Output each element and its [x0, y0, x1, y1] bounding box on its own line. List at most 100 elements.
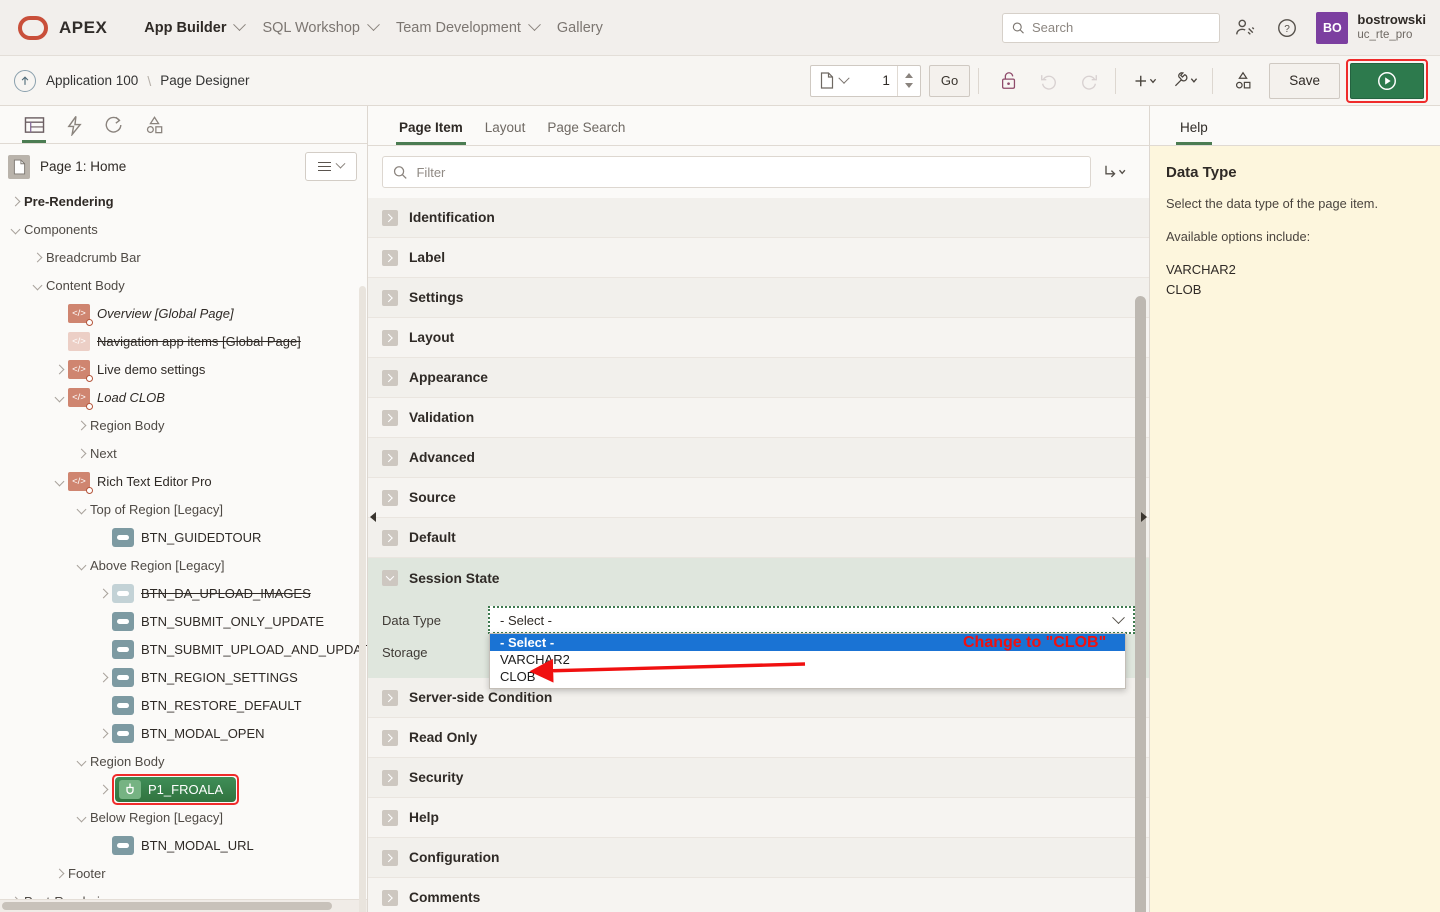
property-group-header[interactable]: Default	[368, 518, 1149, 558]
go-to-group-button[interactable]	[1095, 156, 1135, 188]
tree-item[interactable]: Top of Region [Legacy]	[0, 495, 367, 523]
tree-toggle-collapse-icon[interactable]	[72, 758, 90, 765]
tree-item[interactable]: BTN_RESTORE_DEFAULT	[0, 691, 367, 719]
group-toggle-expand-icon[interactable]	[382, 730, 398, 746]
tree-item[interactable]: BTN_DA_UPLOAD_IMAGES	[0, 579, 367, 607]
tab-processing[interactable]	[94, 107, 134, 143]
create-button[interactable]	[1128, 65, 1164, 97]
dropdown-option[interactable]: - Select -	[490, 634, 1125, 651]
tree-item[interactable]: </>Overview [Global Page]	[0, 299, 367, 327]
tree-menu-button[interactable]	[305, 152, 357, 181]
property-group-header[interactable]: Source	[368, 478, 1149, 518]
tree-toggle-collapse-icon[interactable]	[6, 226, 24, 233]
tree-toggle-collapse-icon[interactable]	[50, 394, 68, 401]
tree-item[interactable]: BTN_SUBMIT_UPLOAD_AND_UPDATE	[0, 635, 367, 663]
property-group-header[interactable]: Read Only	[368, 718, 1149, 758]
nav-item-team-development[interactable]: Team Development	[387, 14, 548, 42]
tree-toggle-expand-icon[interactable]	[50, 870, 68, 877]
tree-toggle-expand-icon[interactable]	[94, 674, 112, 681]
tree-toggle-expand-icon[interactable]	[94, 590, 112, 597]
tree-item[interactable]: BTN_MODAL_OPEN	[0, 719, 367, 747]
group-toggle-expand-icon[interactable]	[382, 850, 398, 866]
redo-button[interactable]	[1071, 65, 1107, 97]
tree-toggle-expand-icon[interactable]	[72, 422, 90, 429]
dropdown-option[interactable]: CLOB	[490, 668, 1125, 685]
page-selector-dropdown[interactable]	[811, 72, 853, 89]
tree-item[interactable]: Above Region [Legacy]	[0, 551, 367, 579]
page-shapes-button[interactable]	[1225, 65, 1261, 97]
tree-toggle-expand-icon[interactable]	[72, 450, 90, 457]
group-toggle-expand-icon[interactable]	[382, 370, 398, 386]
component-tree[interactable]: Pre-RenderingComponentsBreadcrumb BarCon…	[0, 187, 367, 899]
property-group-header[interactable]: Session State	[368, 558, 1149, 598]
property-group-header[interactable]: Security	[368, 758, 1149, 798]
go-button[interactable]: Go	[929, 65, 970, 97]
undo-button[interactable]	[1031, 65, 1067, 97]
tree-toggle-collapse-icon[interactable]	[72, 506, 90, 513]
property-group-header[interactable]: Layout	[368, 318, 1149, 358]
nav-item-app-builder[interactable]: App Builder	[135, 14, 253, 42]
tree-toggle-expand-icon[interactable]	[50, 366, 68, 373]
page-selector[interactable]	[810, 65, 921, 97]
tree-item[interactable]: Region Body	[0, 411, 367, 439]
tree-item[interactable]: P1_FROALA	[0, 775, 367, 803]
group-toggle-expand-icon[interactable]	[382, 770, 398, 786]
tree-toggle-expand-icon[interactable]	[6, 898, 24, 900]
nav-item-gallery[interactable]: Gallery	[548, 14, 612, 42]
tree-item[interactable]: Below Region [Legacy]	[0, 803, 367, 831]
tree-item-selected[interactable]: P1_FROALA	[115, 777, 236, 802]
dropdown-option[interactable]: VARCHAR2	[490, 651, 1125, 668]
tree-item[interactable]: Next	[0, 439, 367, 467]
tree-toggle-collapse-icon[interactable]	[72, 814, 90, 821]
page-number-stepper[interactable]	[897, 66, 920, 96]
collapse-right-panel-button[interactable]	[1139, 506, 1149, 528]
tree-item[interactable]: BTN_MODAL_URL	[0, 831, 367, 859]
group-toggle-expand-icon[interactable]	[382, 530, 398, 546]
property-group-header[interactable]: Configuration	[368, 838, 1149, 878]
global-search-box[interactable]	[1002, 13, 1220, 43]
group-toggle-collapse-icon[interactable]	[382, 570, 398, 586]
help-button[interactable]: ?	[1270, 11, 1304, 45]
collapse-left-panel-button[interactable]	[368, 506, 378, 528]
tree-item[interactable]: Pre-Rendering	[0, 187, 367, 215]
group-toggle-expand-icon[interactable]	[382, 330, 398, 346]
page-number-input[interactable]	[853, 73, 897, 88]
property-vertical-scrollbar[interactable]	[1135, 296, 1146, 912]
tree-toggle-collapse-icon[interactable]	[28, 282, 46, 289]
group-toggle-expand-icon[interactable]	[382, 410, 398, 426]
group-toggle-expand-icon[interactable]	[382, 250, 398, 266]
apex-logo[interactable]: APEX	[18, 16, 107, 40]
property-filter-box[interactable]	[382, 156, 1091, 188]
property-group-header[interactable]: Help	[368, 798, 1149, 838]
tree-toggle-collapse-icon[interactable]	[72, 562, 90, 569]
property-group-header[interactable]: Identification	[368, 198, 1149, 238]
property-group-header[interactable]: Comments	[368, 878, 1149, 912]
tab-page-item[interactable]: Page Item	[388, 120, 474, 145]
tree-horizontal-scrollbar[interactable]	[0, 899, 367, 912]
tree-toggle-collapse-icon[interactable]	[50, 478, 68, 485]
group-toggle-expand-icon[interactable]	[382, 810, 398, 826]
property-group-header[interactable]: Validation	[368, 398, 1149, 438]
tab-help[interactable]: Help	[1170, 120, 1218, 145]
group-toggle-expand-icon[interactable]	[382, 890, 398, 906]
property-group-header[interactable]: Appearance	[368, 358, 1149, 398]
property-groups-list[interactable]: IdentificationLabelSettingsLayoutAppeara…	[368, 198, 1149, 912]
property-group-header[interactable]: Settings	[368, 278, 1149, 318]
tree-toggle-expand-icon[interactable]	[28, 254, 46, 261]
navigate-up-button[interactable]	[14, 70, 36, 92]
property-group-header[interactable]: Label	[368, 238, 1149, 278]
group-toggle-expand-icon[interactable]	[382, 210, 398, 226]
property-filter-input[interactable]	[416, 165, 1080, 180]
tab-page-search[interactable]: Page Search	[536, 120, 636, 145]
run-button[interactable]	[1350, 63, 1424, 99]
property-group-header[interactable]: Advanced	[368, 438, 1149, 478]
search-input[interactable]	[1032, 20, 1210, 35]
group-toggle-expand-icon[interactable]	[382, 690, 398, 706]
tree-item[interactable]: BTN_GUIDEDTOUR	[0, 523, 367, 551]
utilities-button[interactable]	[1168, 65, 1204, 97]
tree-item[interactable]: Content Body	[0, 271, 367, 299]
tree-item[interactable]: </>Live demo settings	[0, 355, 367, 383]
tree-item[interactable]: BTN_REGION_SETTINGS	[0, 663, 367, 691]
tab-rendering[interactable]	[14, 107, 54, 143]
nav-item-sql-workshop[interactable]: SQL Workshop	[253, 14, 387, 42]
